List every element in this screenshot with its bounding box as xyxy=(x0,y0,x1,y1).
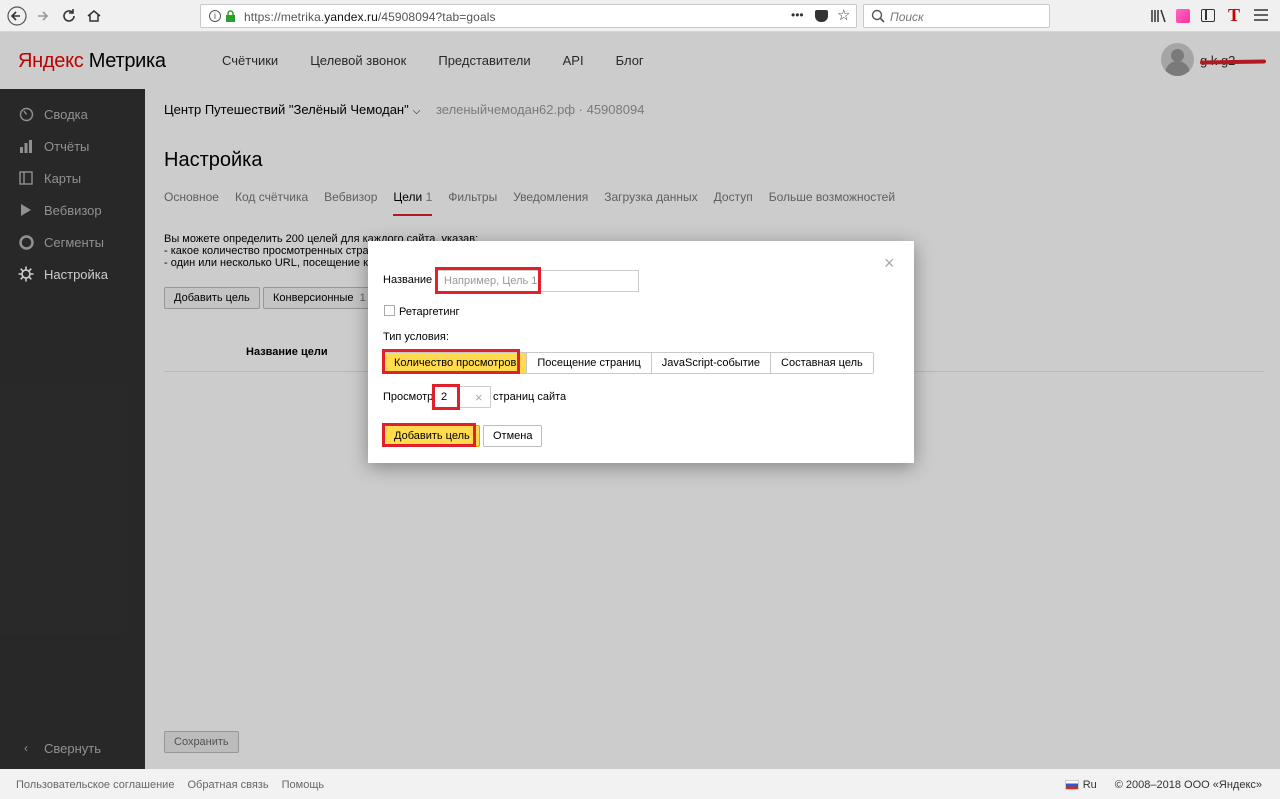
more-icon[interactable]: ••• xyxy=(791,8,804,22)
close-icon[interactable]: × xyxy=(884,254,898,272)
url-text: https://metrika.yandex.ru/45908094?tab=g… xyxy=(244,10,496,24)
pocket-icon[interactable] xyxy=(815,10,828,22)
footer-link-terms[interactable]: Пользовательское соглашение xyxy=(16,779,174,791)
back-icon[interactable] xyxy=(6,5,28,27)
views-input[interactable]: 2 × xyxy=(434,386,491,408)
search-icon xyxy=(871,9,885,26)
add-goal-dialog: × Название Например, Цель 1 Ретаргетинг … xyxy=(368,241,914,463)
extension-t-icon[interactable]: T xyxy=(1228,5,1240,26)
header-overlay xyxy=(0,32,1280,89)
lock-icon xyxy=(225,10,236,22)
condition-js-event[interactable]: JavaScript-событие xyxy=(651,353,772,373)
search-placeholder: Поиск xyxy=(890,10,924,24)
russia-flag-icon xyxy=(1064,780,1079,790)
browser-toolbar: i https://metrika.yandex.ru/45908094?tab… xyxy=(0,0,1280,32)
condition-page-visit[interactable]: Посещение страниц xyxy=(527,353,652,373)
condition-type-selector: Количество просмотров Посещение страниц … xyxy=(383,352,874,374)
clear-icon[interactable]: × xyxy=(475,390,483,405)
cancel-button[interactable]: Отмена xyxy=(483,425,543,447)
bookmark-star-icon[interactable]: ☆ xyxy=(837,6,850,24)
footer-link-help[interactable]: Помощь xyxy=(282,779,325,791)
footer-link-feedback[interactable]: Обратная связь xyxy=(188,779,269,791)
menu-icon[interactable] xyxy=(1254,9,1268,24)
forward-icon[interactable] xyxy=(32,5,54,27)
goal-name-input[interactable]: Например, Цель 1 xyxy=(437,270,639,292)
condition-type-label: Тип условия: xyxy=(383,331,449,343)
footer-links: Пользовательское соглашение Обратная свя… xyxy=(16,779,334,791)
retargeting-label: Ретаргетинг xyxy=(399,306,460,318)
home-icon[interactable] xyxy=(83,5,105,27)
submit-goal-button[interactable]: Добавить цель xyxy=(384,425,480,447)
retargeting-checkbox[interactable] xyxy=(384,305,395,316)
sidebar-toggle-icon[interactable] xyxy=(1201,9,1215,22)
extension-icon[interactable] xyxy=(1176,9,1190,23)
footer: Пользовательское соглашение Обратная свя… xyxy=(0,769,1280,799)
address-bar[interactable]: i https://metrika.yandex.ru/45908094?tab… xyxy=(200,4,857,28)
info-icon[interactable]: i xyxy=(209,10,221,22)
footer-right: Ru © 2008–2018 ООО «Яндекс» xyxy=(1064,779,1262,791)
views-label: Просмотр xyxy=(383,391,434,403)
views-suffix: страниц сайта xyxy=(493,391,567,403)
condition-pageviews[interactable]: Количество просмотров xyxy=(384,353,528,373)
reload-icon[interactable] xyxy=(58,5,80,27)
copyright: © 2008–2018 ООО «Яндекс» xyxy=(1114,779,1262,791)
language-switch[interactable]: Ru xyxy=(1083,779,1097,791)
search-bar[interactable]: Поиск xyxy=(863,4,1050,28)
library-icon[interactable] xyxy=(1151,9,1167,26)
goal-name-label: Название xyxy=(383,274,433,286)
condition-composite[interactable]: Составная цель xyxy=(771,353,873,373)
